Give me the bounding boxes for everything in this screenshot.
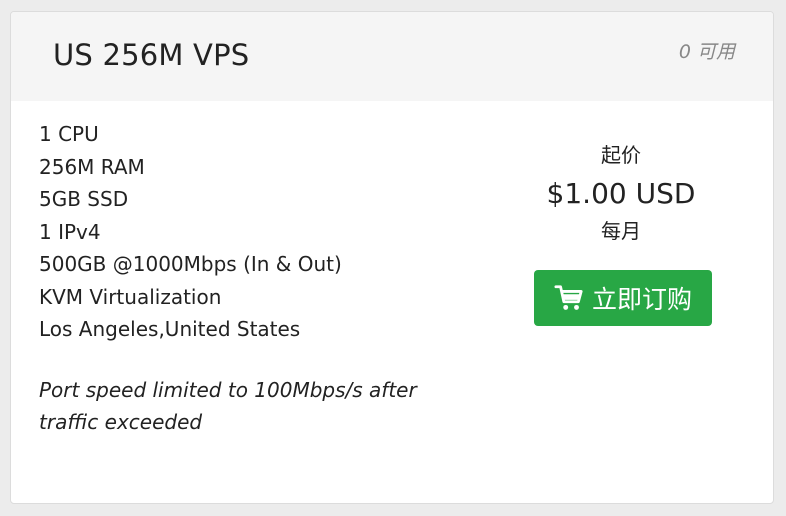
feature-item: Los Angeles,United States: [39, 317, 301, 341]
price-prefix: 起价: [601, 143, 641, 167]
product-note: Port speed limited to 100Mbps/s after tr…: [39, 378, 417, 434]
availability-count: 0 可用: [678, 41, 735, 63]
order-now-button[interactable]: 立即订购: [534, 270, 712, 326]
order-now-label: 立即订购: [591, 285, 692, 314]
feature-item: 5GB SSD: [39, 187, 129, 211]
feature-list: 1 CPU 256M RAM 5GB SSD 1 IPv4 500GB @100…: [39, 118, 342, 346]
product-header: US 256M VPS 0 可用: [11, 12, 773, 101]
billing-cycle: 每月: [601, 219, 641, 243]
shopping-cart-icon: [554, 285, 583, 310]
feature-item: 500GB @1000Mbps (In & Out): [39, 252, 342, 276]
feature-item: 1 CPU: [39, 122, 99, 146]
product-title: US 256M VPS: [53, 38, 250, 72]
feature-item: KVM Virtualization: [39, 284, 222, 309]
feature-item: 256M RAM: [39, 154, 145, 179]
price-amount: $1.00 USD: [546, 177, 696, 210]
product-card: US 256M VPS 0 可用 1 CPU 256M RAM 5GB SSD …: [10, 11, 774, 504]
feature-item: 1 IPv4: [39, 219, 101, 244]
pricing-block: 起价 $1.00 USD 每月: [481, 138, 761, 246]
